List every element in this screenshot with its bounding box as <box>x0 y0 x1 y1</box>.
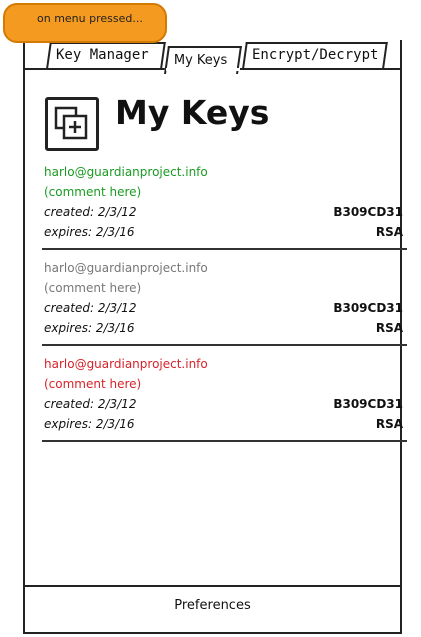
active-tab-gap <box>166 68 240 71</box>
key-expires-row: expires: 2/3/16 RSA <box>44 222 406 242</box>
key-id: B309CD31 <box>333 301 403 315</box>
key-created: created: 2/3/12 <box>44 301 137 315</box>
add-key-icon[interactable] <box>45 97 99 151</box>
key-algorithm: RSA <box>375 321 403 335</box>
key-created: created: 2/3/12 <box>44 205 137 219</box>
key-created-row: created: 2/3/12 B309CD31 <box>44 394 406 414</box>
key-expires: expires: 2/3/16 <box>44 417 135 431</box>
annotation-text: on menu pressed... <box>37 12 143 25</box>
key-id: B309CD31 <box>333 397 403 411</box>
key-comment: (comment here) <box>44 377 142 391</box>
tab-label: Encrypt/Decrypt <box>252 47 379 63</box>
key-expires-row: expires: 2/3/16 RSA <box>44 318 406 338</box>
tab-label: Key Manager <box>56 47 149 63</box>
key-item[interactable]: harlo@guardianproject.info (comment here… <box>42 162 407 250</box>
tab-key-manager[interactable]: Key Manager <box>46 42 166 68</box>
key-id: B309CD31 <box>333 205 403 219</box>
key-algorithm: RSA <box>375 417 403 431</box>
divider <box>42 440 407 442</box>
key-email: harlo@guardianproject.info <box>44 165 208 179</box>
key-expires: expires: 2/3/16 <box>44 321 135 335</box>
key-created: created: 2/3/12 <box>44 397 137 411</box>
key-comment: (comment here) <box>44 281 142 295</box>
key-list: harlo@guardianproject.info (comment here… <box>42 162 407 450</box>
key-item[interactable]: harlo@guardianproject.info (comment here… <box>42 258 407 346</box>
preferences-divider <box>23 585 402 587</box>
key-email: harlo@guardianproject.info <box>44 357 208 371</box>
page-title: My Keys <box>115 93 270 132</box>
divider <box>42 248 407 250</box>
key-comment: (comment here) <box>44 185 142 199</box>
tab-encrypt-decrypt[interactable]: Encrypt/Decrypt <box>242 42 388 68</box>
annotation-note: on menu pressed... <box>3 3 167 43</box>
key-item[interactable]: harlo@guardianproject.info (comment here… <box>42 354 407 442</box>
key-created-row: created: 2/3/12 B309CD31 <box>44 202 406 222</box>
key-email: harlo@guardianproject.info <box>44 261 208 275</box>
key-expires: expires: 2/3/16 <box>44 225 135 239</box>
key-expires-row: expires: 2/3/16 RSA <box>44 414 406 434</box>
preferences-button[interactable]: Preferences <box>23 598 402 613</box>
key-created-row: created: 2/3/12 B309CD31 <box>44 298 406 318</box>
key-algorithm: RSA <box>375 225 403 239</box>
divider <box>42 344 407 346</box>
